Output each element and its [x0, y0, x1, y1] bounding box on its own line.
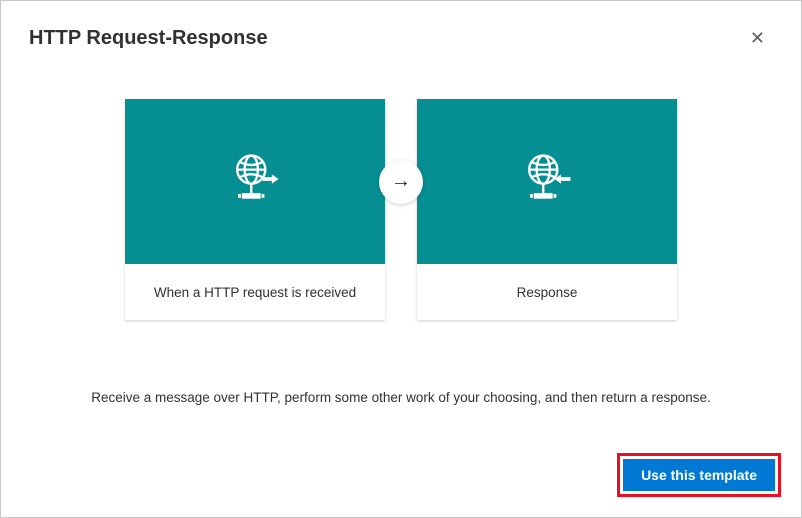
flow-connector: → [379, 160, 423, 204]
template-cards-row: When a HTTP request is received → [125, 99, 677, 320]
card-icon-area [125, 99, 385, 264]
dialog-footer: Use this template [617, 453, 781, 497]
arrow-right-icon: → [391, 170, 411, 193]
use-template-button[interactable]: Use this template [623, 459, 775, 491]
close-icon[interactable]: ✕ [742, 25, 773, 51]
template-card-trigger[interactable]: When a HTTP request is received [125, 99, 385, 320]
template-dialog: HTTP Request-Response ✕ [0, 0, 802, 518]
dialog-title: HTTP Request-Response [29, 27, 268, 50]
http-response-icon [517, 149, 577, 214]
template-card-action[interactable]: Response [417, 99, 677, 320]
card-label: Response [417, 264, 677, 320]
card-icon-area [417, 99, 677, 264]
dialog-header: HTTP Request-Response ✕ [29, 25, 773, 51]
card-label: When a HTTP request is received [125, 264, 385, 320]
dialog-content: When a HTTP request is received → [29, 99, 773, 405]
http-request-icon [225, 149, 285, 214]
annotation-highlight: Use this template [617, 453, 781, 497]
template-description: Receive a message over HTTP, perform som… [29, 390, 773, 405]
